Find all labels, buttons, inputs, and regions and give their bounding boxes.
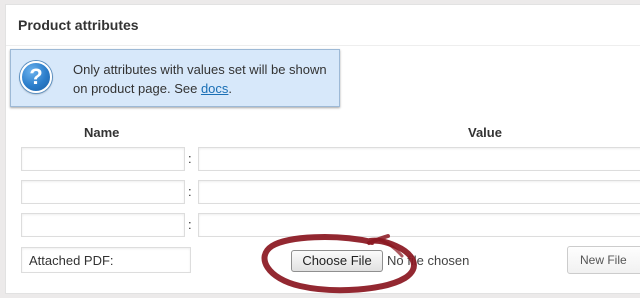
separator-colon: :	[188, 151, 192, 166]
attribute-name-input[interactable]	[21, 147, 185, 171]
no-file-chosen-text: No file chosen	[387, 253, 470, 268]
choose-file-button[interactable]: Choose File	[291, 250, 383, 272]
attached-pdf-name-field[interactable]: Attached PDF:	[21, 247, 191, 273]
attribute-value-input[interactable]	[198, 213, 640, 237]
separator-colon: :	[188, 184, 192, 199]
separator-colon: :	[188, 217, 192, 232]
attribute-value-input[interactable]	[198, 180, 640, 204]
attribute-name-input[interactable]	[21, 213, 185, 237]
new-file-button[interactable]: New File	[567, 246, 640, 274]
notice-period: .	[228, 81, 233, 96]
attribute-name-input[interactable]	[21, 180, 185, 204]
docs-link[interactable]: docs	[201, 81, 228, 96]
question-icon: ?	[20, 61, 52, 93]
info-notice: ? Only attributes with values set will b…	[10, 49, 340, 107]
name-column-header: Name	[84, 125, 120, 140]
panel-title: Product attributes	[18, 17, 139, 33]
value-column-header: Value	[468, 125, 502, 140]
notice-text: Only attributes with values set will be …	[73, 60, 333, 98]
attribute-value-input[interactable]	[198, 147, 640, 171]
notice-message: Only attributes with values set will be …	[73, 62, 327, 96]
panel-header: Product attributes	[6, 5, 640, 46]
